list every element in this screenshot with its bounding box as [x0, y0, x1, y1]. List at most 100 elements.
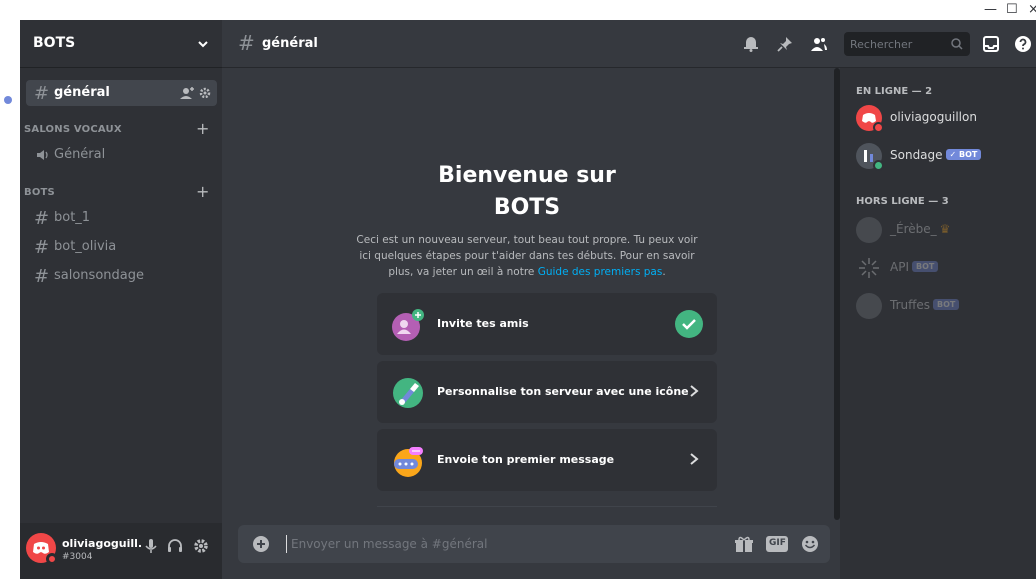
chevron-right-icon	[690, 453, 699, 465]
add-channel-icon[interactable]: +	[196, 182, 209, 201]
card-label: Invite tes amis	[437, 317, 529, 330]
api-logo-icon	[859, 258, 879, 278]
inbox-icon[interactable]	[982, 35, 1000, 53]
channel-label: général	[54, 85, 110, 100]
channel-general[interactable]: # général	[26, 80, 217, 106]
close-button[interactable]: ×	[1028, 2, 1036, 17]
member-name: Truffes BOT	[890, 298, 960, 312]
headphones-icon[interactable]	[166, 537, 184, 555]
hash-icon: #	[34, 237, 50, 258]
bot-badge: BOT	[933, 299, 960, 310]
hash-icon: #	[238, 31, 255, 55]
chevron-down-icon	[198, 41, 208, 48]
member-item[interactable]: Sondage ✓ BOT	[848, 140, 1028, 172]
channel-title: général	[262, 36, 318, 51]
divider	[377, 506, 717, 507]
server-name: BOTS	[33, 35, 76, 51]
guide-link[interactable]: Guide des premiers pas	[538, 266, 663, 278]
avatar	[856, 255, 882, 281]
speaker-icon	[37, 150, 48, 160]
channel-header: # général	[222, 20, 1036, 68]
channel-label: Général	[54, 147, 106, 162]
category-voice[interactable]: SALONS VOCAUX	[24, 124, 122, 135]
card-label: Personnalise ton serveur avec une icône	[437, 385, 689, 398]
user-panel: oliviagoguill... #3004	[20, 523, 222, 579]
maximize-button[interactable]: ☐	[1006, 2, 1018, 17]
window-titlebar: — ☐ ×	[0, 0, 1036, 20]
member-name-text: _Érèbe_	[890, 222, 937, 236]
member-list-icon[interactable]	[810, 35, 828, 53]
channel-sidebar: BOTS # général SALONS VOCAUX + Général B…	[20, 20, 222, 579]
channel-label: bot_1	[54, 210, 91, 225]
channel-bot-1[interactable]: # bot_1	[26, 205, 217, 231]
minimize-button[interactable]: —	[984, 2, 997, 17]
microphone-icon[interactable]	[142, 537, 160, 555]
member-item[interactable]: _Érèbe_ ♛	[848, 214, 1028, 246]
hash-icon: #	[34, 83, 50, 104]
hash-icon: #	[34, 266, 50, 287]
dnd-status-icon	[873, 122, 884, 133]
server-header[interactable]: BOTS	[20, 20, 222, 68]
welcome-description: Ceci est un nouveau serveur, tout beau t…	[352, 232, 702, 280]
card-label: Envoie ton premier message	[437, 453, 615, 466]
help-icon[interactable]	[1014, 35, 1032, 53]
avatar	[856, 143, 884, 171]
invite-settings-icons[interactable]	[178, 86, 214, 100]
gif-label: GIF	[769, 538, 786, 548]
bot-badge: BOT	[911, 261, 939, 272]
hash-icon: #	[34, 208, 50, 229]
channel-salonsondage[interactable]: # salonsondage	[26, 263, 217, 289]
member-list: EN LIGNE — 2 oliviagoguillon Sondage ✓ BO…	[840, 68, 1036, 579]
member-item[interactable]: oliviagoguillon	[848, 102, 1028, 134]
customize-server-card[interactable]: Personnalise ton serveur avec une icône	[377, 361, 717, 423]
first-message-card[interactable]: Envoie ton premier message	[377, 429, 717, 491]
welcome-title-line1: Bienvenue sur	[438, 163, 616, 188]
member-item[interactable]: Truffes BOT	[848, 290, 1028, 322]
online-status-icon	[873, 160, 884, 171]
welcome-title-line2: BOTS	[493, 195, 561, 220]
message-input[interactable]	[286, 535, 706, 553]
app-frame: BOTS # général SALONS VOCAUX + Général B…	[20, 20, 1036, 579]
check-icon	[675, 310, 703, 338]
paintbrush-icon	[393, 378, 423, 408]
main-chat-area: # général Bienvenue sur BOTS Ceci est un…	[222, 20, 1036, 579]
server-pill-indicator	[4, 96, 12, 104]
channel-label: bot_olivia	[54, 239, 117, 254]
member-name-text: API	[890, 260, 909, 274]
add-attachment-icon[interactable]	[252, 535, 270, 553]
invite-friends-icon	[392, 309, 424, 341]
user-tag: #3004	[62, 552, 93, 562]
add-channel-icon[interactable]: +	[196, 119, 209, 138]
member-name: _Érèbe_ ♛	[890, 222, 950, 236]
discord-logo-icon	[33, 542, 49, 554]
pin-icon[interactable]	[776, 35, 794, 53]
settings-gear-icon[interactable]	[192, 537, 210, 555]
emoji-icon[interactable]	[800, 535, 820, 553]
chat-bubble-icon	[394, 447, 423, 477]
gift-icon[interactable]	[734, 535, 754, 553]
member-name-text: Sondage	[890, 148, 943, 162]
bell-icon[interactable]	[742, 35, 760, 53]
search-box[interactable]	[844, 32, 970, 56]
search-icon	[951, 38, 963, 50]
search-input[interactable]	[850, 36, 946, 52]
category-bots[interactable]: BOTS	[24, 187, 55, 198]
message-composer: GIF	[238, 525, 830, 563]
crown-icon: ♛	[939, 222, 951, 236]
member-name: Sondage ✓ BOT	[890, 148, 982, 162]
member-name: API BOT	[890, 260, 939, 274]
member-item[interactable]: API BOT	[848, 252, 1028, 284]
user-name: oliviagoguill...	[62, 537, 142, 550]
online-header: EN LIGNE — 2	[856, 86, 933, 97]
discord-window: — ☐ × BOTS # général SALONS VOCAUX + Gén…	[0, 0, 1036, 579]
voice-channel-general[interactable]: Général	[26, 142, 217, 168]
member-name: oliviagoguillon	[890, 110, 977, 124]
channel-label: salonsondage	[54, 268, 144, 283]
chevron-right-icon	[690, 385, 699, 397]
member-name-text: Truffes	[890, 298, 931, 312]
gif-button[interactable]: GIF	[766, 536, 788, 552]
channel-bot-olivia[interactable]: # bot_olivia	[26, 234, 217, 260]
dnd-status-icon	[46, 553, 58, 565]
welcome-text-end: .	[662, 266, 666, 278]
invite-friends-card[interactable]: Invite tes amis	[377, 293, 717, 355]
